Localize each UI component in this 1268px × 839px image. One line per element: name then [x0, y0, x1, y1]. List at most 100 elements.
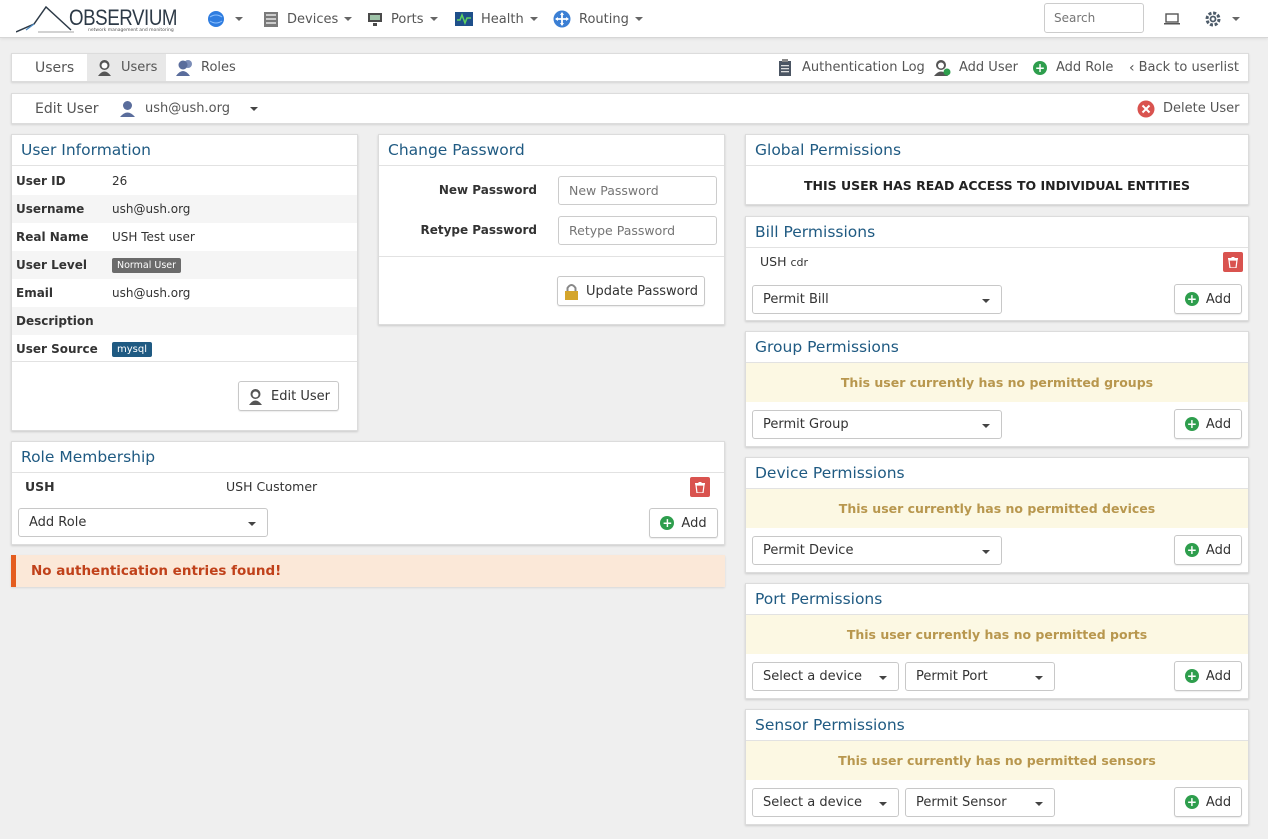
back-to-userlist-link[interactable]: ‹ Back to userlist: [1129, 54, 1239, 81]
user-select-dropdown[interactable]: ush@ush.org: [119, 94, 258, 123]
settings-menu[interactable]: [1204, 0, 1240, 38]
add-bill-button[interactable]: + Add: [1174, 284, 1242, 314]
info-label: Username: [16, 202, 85, 216]
role-description: USH Customer: [226, 479, 318, 494]
tab-roles[interactable]: Roles: [176, 54, 236, 81]
edit-user-button-label: Edit User: [271, 388, 330, 404]
chevron-down-icon: [235, 17, 243, 21]
bill-name: USH: [760, 254, 787, 269]
update-password-label: Update Password: [586, 283, 698, 299]
plus-circle-icon: +: [660, 516, 675, 530]
select-label: Add Role: [29, 515, 87, 530]
info-row-email: Email ush@ush.org: [12, 279, 357, 307]
add-user-link[interactable]: Add User: [933, 54, 1018, 81]
no-sensors-notice: This user currently has no permitted sen…: [746, 741, 1248, 780]
search-input[interactable]: [1044, 3, 1144, 33]
plus-circle-icon: +: [1184, 669, 1199, 683]
chevron-down-icon: [1232, 17, 1240, 21]
delete-user-button[interactable]: Delete User: [1137, 94, 1239, 123]
sensor-device-select[interactable]: Select a device: [752, 788, 899, 817]
user-information-panel: User Information User ID 26 Username ush…: [11, 134, 358, 431]
bill-entry: USH cdr: [760, 254, 808, 269]
info-label: User Source: [16, 342, 98, 356]
update-password-button[interactable]: Update Password: [557, 276, 705, 306]
add-button-label: Add: [1205, 542, 1232, 558]
add-button-label: Add: [1205, 794, 1232, 810]
add-role-button[interactable]: + Add: [649, 508, 718, 538]
nav-health-menu[interactable]: Health: [455, 0, 538, 38]
add-port-button[interactable]: + Add: [1174, 661, 1242, 691]
permit-bill-select[interactable]: Permit Bill: [752, 285, 1002, 314]
change-password-panel: Change Password New Password Retype Pass…: [378, 134, 725, 325]
select-label: Permit Device: [763, 543, 854, 558]
tab-users-label: Users: [121, 60, 158, 75]
panel-title: Change Password: [379, 135, 724, 166]
logo-subtitle: network management and monitoring: [88, 28, 174, 33]
add-role-select[interactable]: Add Role: [18, 508, 268, 537]
delete-circle-icon: [1137, 100, 1155, 117]
permit-port-select[interactable]: Permit Port: [905, 662, 1055, 691]
device-permissions-panel: Device Permissions This user currently h…: [745, 457, 1249, 573]
ports-icon: [368, 13, 382, 26]
laptop-view-button[interactable]: [1164, 0, 1180, 38]
permit-sensor-select[interactable]: Permit Sensor: [905, 788, 1055, 817]
permit-device-select[interactable]: Permit Device: [752, 536, 1002, 565]
add-group-button[interactable]: + Add: [1174, 409, 1242, 439]
add-sensor-button[interactable]: + Add: [1174, 787, 1242, 817]
devices-icon: [264, 11, 278, 27]
nav-devices-label: Devices: [287, 11, 339, 27]
info-value: ush@ush.org: [112, 202, 191, 216]
user-edit-icon: [249, 388, 263, 405]
info-label: Email: [16, 286, 54, 300]
port-device-select[interactable]: Select a device: [752, 662, 899, 691]
edit-user-button[interactable]: Edit User: [238, 381, 339, 411]
global-permission-message: THIS USER HAS READ ACCESS TO INDIVIDUAL …: [803, 178, 1191, 193]
nav-ports-menu[interactable]: Ports: [367, 0, 438, 38]
info-label: Description: [16, 314, 94, 328]
chevron-down-icon: [1035, 802, 1043, 806]
info-row-username: Username ush@ush.org: [12, 195, 357, 223]
select-label: Permit Sensor: [916, 795, 1007, 810]
permit-group-select[interactable]: Permit Group: [752, 410, 1002, 439]
plus-circle-icon: +: [1184, 543, 1199, 557]
nav-globe-menu[interactable]: [207, 0, 243, 38]
chevron-down-icon: [982, 550, 990, 554]
health-icon: [455, 12, 473, 26]
top-navbar: OBSERVIUM network management and monitor…: [0, 0, 1268, 38]
no-groups-notice: This user currently has no permitted gro…: [746, 363, 1248, 402]
select-label: Permit Port: [916, 669, 988, 684]
tab-users[interactable]: Users: [87, 54, 166, 81]
nav-devices-menu[interactable]: Devices: [263, 0, 353, 38]
retype-password-input[interactable]: [558, 216, 717, 245]
info-row-user-id: User ID 26: [12, 167, 357, 195]
add-device-button[interactable]: + Add: [1174, 535, 1242, 565]
no-devices-notice: This user currently has no permitted dev…: [746, 489, 1248, 528]
role-name: USH: [25, 479, 55, 494]
lock-icon: [565, 283, 579, 300]
plus-circle-icon: +: [1033, 60, 1047, 75]
nav-routing-menu[interactable]: Routing: [553, 0, 643, 38]
logo-swoosh-icon: [16, 5, 74, 33]
remove-role-button[interactable]: [690, 477, 710, 497]
add-button-label: Add: [1205, 291, 1232, 307]
select-label: Permit Bill: [763, 292, 829, 307]
group-permissions-panel: Group Permissions This user currently ha…: [745, 331, 1249, 447]
authentication-log-link[interactable]: Authentication Log: [778, 54, 925, 81]
new-password-label: New Password: [438, 183, 537, 197]
chevron-down-icon: [879, 676, 887, 680]
new-password-input[interactable]: [558, 176, 717, 205]
gear-icon: [1205, 11, 1221, 27]
info-value: 26: [112, 174, 128, 188]
port-permissions-panel: Port Permissions This user currently has…: [745, 583, 1249, 699]
info-row-description: Description: [12, 307, 357, 335]
user-icon: [98, 60, 111, 76]
info-label: User Level: [16, 258, 87, 272]
observium-logo[interactable]: OBSERVIUM network management and monitor…: [16, 2, 181, 36]
remove-bill-button[interactable]: [1223, 252, 1243, 272]
tab-roles-label: Roles: [201, 60, 236, 75]
panel-title: Port Permissions: [746, 584, 1248, 615]
trash-icon: [695, 481, 705, 493]
chevron-down-icon: [248, 522, 256, 526]
add-role-link[interactable]: + Add Role: [1033, 54, 1113, 81]
info-value: ush@ush.org: [112, 286, 191, 300]
